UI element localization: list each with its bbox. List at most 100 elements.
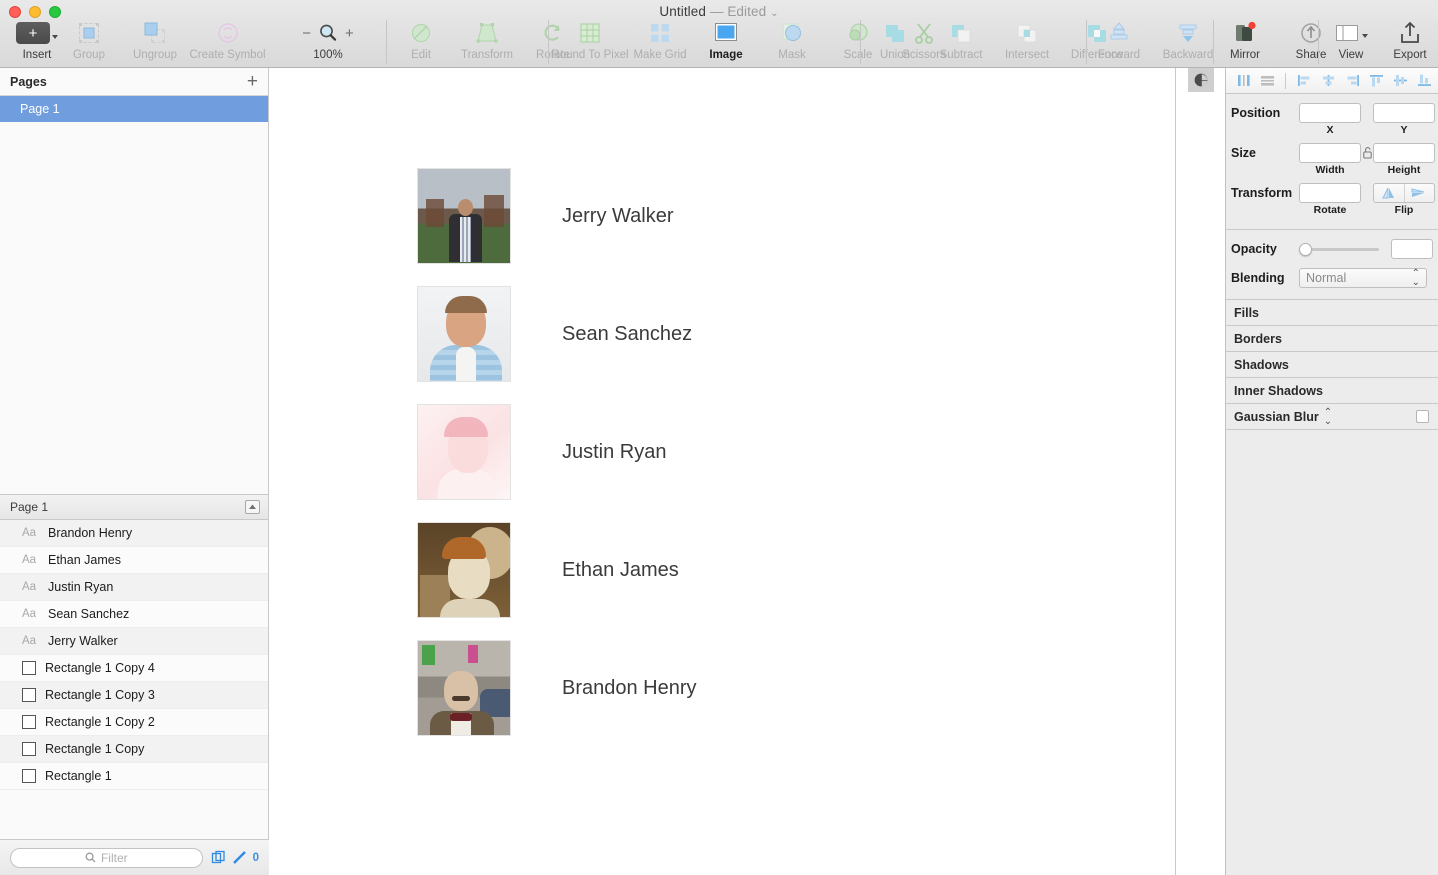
round-to-pixel-button[interactable]: Round To Pixel [551,20,629,61]
opacity-label: Opacity [1231,242,1277,256]
canvas-card[interactable]: Brandon Henry [417,640,697,736]
section-borders[interactable]: Borders [1226,326,1438,352]
subtract-button[interactable]: Subtract [928,20,994,61]
card-photo[interactable] [417,640,511,736]
align-vertical-center-icon[interactable] [1256,71,1278,91]
round-to-pixel-label: Round To Pixel [551,49,629,61]
image-button[interactable]: Image [693,20,759,61]
section-gaussian-blur[interactable]: Gaussian Blur ⌃ ⌄ [1226,404,1438,430]
position-y-input[interactable] [1373,103,1435,123]
layer-row[interactable]: Rectangle 1 Copy 3 [0,682,268,709]
section-inner-shadows[interactable]: Inner Shadows [1226,378,1438,404]
chevron-down-icon[interactable]: ⌄ [770,8,778,19]
align-bottom-icon[interactable] [1413,71,1435,91]
view-button[interactable]: View [1318,20,1384,61]
blending-row: Blending Normal ⌃ ⌄ [1226,267,1438,289]
position-x-sublabel: X [1326,124,1334,136]
export-button[interactable]: Export [1385,20,1435,61]
add-page-button[interactable]: + [247,72,258,91]
layer-row[interactable]: Rectangle 1 Copy 4 [0,655,268,682]
flip-buttons[interactable] [1373,183,1435,203]
layer-row[interactable]: Aa Jerry Walker [0,628,268,655]
section-fills[interactable]: Fills [1226,300,1438,326]
pencil-icon[interactable] [232,850,247,865]
blending-select[interactable]: Normal ⌃ ⌄ [1299,268,1427,288]
card-name[interactable]: Jerry Walker [562,205,673,228]
gaussian-blur-checkbox[interactable] [1416,410,1429,423]
align-top-icon[interactable] [1365,71,1387,91]
page-list-item[interactable]: Page 1 [0,96,268,122]
layer-row[interactable]: Aa Sean Sanchez [0,601,268,628]
intersect-button[interactable]: Intersect [994,20,1060,61]
align-vertical-left-icon[interactable] [1232,71,1254,91]
zoom-in-button[interactable]: + [345,26,354,41]
duplicate-icon[interactable] [211,850,226,865]
layer-name: Brandon Henry [48,526,133,540]
card-photo[interactable] [417,168,511,264]
layer-row[interactable]: Rectangle 1 Copy 2 [0,709,268,736]
card-name[interactable]: Sean Sanchez [562,323,692,346]
position-x-input[interactable] [1299,103,1361,123]
insert-label: Insert [22,49,52,61]
intersect-label: Intersect [1004,49,1050,61]
mirror-label: Mirror [1229,49,1261,61]
toolbar: Untitled — Edited ⌄ + Insert Group Ungro… [0,0,1438,68]
layer-name: Sean Sanchez [48,607,130,621]
canvas-card[interactable]: Justin Ryan [417,404,667,500]
align-middle-icon[interactable] [1389,71,1411,91]
size-height-input[interactable] [1373,143,1435,163]
align-horizontal-center-icon[interactable] [1317,71,1339,91]
size-width-input[interactable] [1299,143,1361,163]
card-photo[interactable] [417,286,511,382]
flip-horizontal-icon[interactable] [1374,184,1404,202]
unlock-icon[interactable] [1361,147,1373,159]
group-label: Group [73,49,105,61]
union-button[interactable]: Union [862,20,928,61]
layer-row[interactable]: Aa Justin Ryan [0,574,268,601]
layer-row[interactable]: Aa Brandon Henry [0,520,268,547]
create-symbol-button[interactable]: Create Symbol [180,20,275,61]
opacity-input[interactable] [1391,239,1433,259]
collapse-icon[interactable] [245,500,260,514]
rectangle-layer-icon [22,688,36,702]
magnifier-icon[interactable] [318,23,338,43]
card-photo[interactable] [417,404,511,500]
mask-button[interactable]: Mask [759,20,825,61]
toolbar-divider [1285,72,1286,89]
layer-row[interactable]: Rectangle 1 Copy [0,736,268,763]
toggle-inspector-icon[interactable] [1188,68,1214,92]
ungroup-button[interactable]: Ungroup [122,20,188,61]
canvas[interactable]: Jerry Walker Sean Sanchez Justin Ryan Et… [270,68,1176,875]
layer-row[interactable]: Aa Ethan James [0,547,268,574]
section-shadows[interactable]: Shadows [1226,352,1438,378]
card-name[interactable]: Brandon Henry [562,677,697,700]
stepper-icon[interactable]: ⌃ ⌄ [1324,407,1332,426]
align-right-icon[interactable] [1341,71,1363,91]
forward-button[interactable]: Forward [1086,20,1152,61]
group-button[interactable]: Group [56,20,122,61]
layer-row[interactable]: Rectangle 1 [0,763,268,790]
card-name[interactable]: Ethan James [562,559,679,582]
mirror-button[interactable]: Mirror [1212,20,1278,61]
canvas-card[interactable]: Sean Sanchez [417,286,692,382]
flip-vertical-icon[interactable] [1405,184,1435,202]
text-layer-icon: Aa [22,527,37,539]
edit-button[interactable]: Edit [388,20,454,61]
layer-name: Rectangle 1 Copy [45,742,145,756]
search-icon [85,852,96,863]
opacity-slider[interactable] [1299,242,1379,256]
canvas-card[interactable]: Jerry Walker [417,168,673,264]
canvas-card[interactable]: Ethan James [417,522,679,618]
rotate-input[interactable] [1299,183,1361,203]
view-icon [1336,25,1358,41]
opacity-slider-knob[interactable] [1299,242,1312,256]
card-photo[interactable] [417,522,511,618]
rectangle-layer-icon [22,742,36,756]
transform-button[interactable]: Transform [454,20,520,61]
card-name[interactable]: Justin Ryan [562,441,667,464]
make-grid-button[interactable]: Make Grid [627,20,693,61]
align-left-icon[interactable] [1293,71,1315,91]
filter-input[interactable]: Filter [10,847,203,868]
layer-name: Jerry Walker [48,634,118,648]
zoom-out-button[interactable]: − [302,26,311,41]
